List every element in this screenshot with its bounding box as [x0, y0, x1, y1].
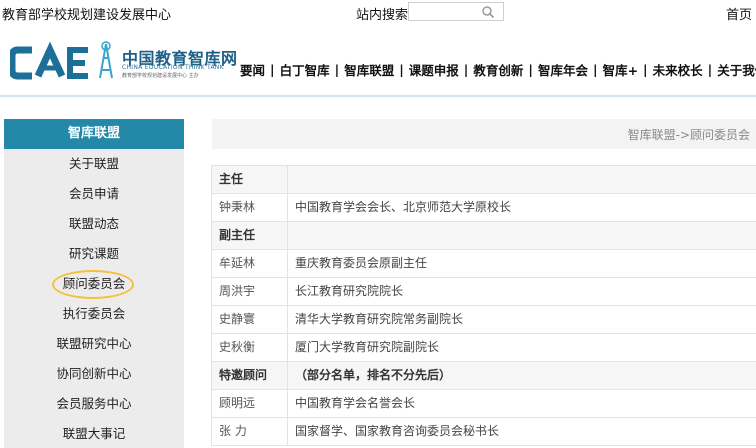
- table-row: 史秋衡 厦门大学教育研究院副院长: [211, 334, 756, 362]
- nav-separator: |: [592, 62, 598, 77]
- member-name: 张 力: [212, 418, 288, 445]
- sidebar-item-label: 联盟研究中心: [56, 336, 132, 351]
- search-label: 站内搜索: [356, 8, 409, 23]
- table-row: 张 力国家督学、国家教育咨询委员会秘书长: [211, 418, 756, 446]
- nav-item-principal[interactable]: 未来校长: [653, 60, 703, 79]
- committee-table: 主任 钟秉林 中国教育学会会长、北京师范大学原校长 副主任 牟延林 重庆教育委员会原副主任…: [211, 165, 756, 446]
- section-note: （部分名单，排名不分先后）: [295, 368, 452, 382]
- sidebar-item-news[interactable]: 联盟动态: [4, 209, 184, 239]
- sidebar-item-label: 执行委员会: [62, 306, 126, 321]
- nav-separator: |: [399, 62, 404, 77]
- sidebar-item-label: 会员申请: [68, 186, 119, 201]
- sidebar-item-advisory-committee[interactable]: 顾问委员会: [4, 269, 184, 299]
- member-name: 牟延林: [212, 250, 288, 277]
- nav-separator: |: [643, 62, 648, 77]
- nav-separator: |: [463, 62, 469, 77]
- member-name: 史静寰: [212, 306, 288, 333]
- sidebar-item-innovation-center[interactable]: 协同创新中心: [4, 359, 184, 389]
- table-row: 周洪宇 长江教育研究院院长: [211, 278, 756, 306]
- logo[interactable]: [8, 40, 118, 85]
- header-divider: [0, 95, 756, 97]
- breadcrumb[interactable]: 智库联盟->顾问委员会: [628, 126, 750, 143]
- sidebar: 智库联盟 关于联盟 会员申请 联盟动态 研究课题 顾问委员会 执行委员会 联盟研…: [4, 119, 184, 448]
- logo-subtitle-cn: 教育部学校规划建设发展中心 主办: [122, 73, 199, 79]
- nav-item-plus[interactable]: 智库+: [603, 60, 638, 79]
- sidebar-title: 智库联盟: [4, 119, 184, 149]
- sidebar-item-research-center[interactable]: 联盟研究中心: [4, 329, 184, 359]
- sidebar-item-label: 联盟动态: [68, 216, 119, 231]
- content-header: 智库联盟->顾问委员会: [212, 119, 756, 149]
- member-name: 钟秉林: [212, 194, 288, 221]
- top-bar: 教育部学校规划建设发展中心 站内搜索 首页: [0, 0, 756, 24]
- member-title: 中国教育学会会长、北京师范大学原校长: [295, 200, 512, 214]
- sidebar-item-milestones[interactable]: 联盟大事记: [4, 419, 184, 448]
- member-title: 中国教育学会名誉会长: [295, 396, 416, 410]
- member-name: 顾明远: [212, 390, 288, 417]
- nav-item-projects[interactable]: 课题申报: [409, 60, 459, 79]
- sidebar-item-about-alliance[interactable]: 关于联盟: [4, 149, 184, 179]
- section-note: [288, 222, 756, 249]
- nav-item-annual[interactable]: 智库年会: [538, 60, 588, 79]
- table-row: 牟延林 重庆教育委员会原副主任: [211, 250, 756, 278]
- member-title: 重庆教育委员会原副主任: [295, 256, 428, 270]
- nav-separator: |: [270, 62, 275, 77]
- home-link[interactable]: 首页: [726, 4, 752, 23]
- section-title: 特邀顾问: [212, 362, 288, 389]
- nav-separator: |: [528, 62, 533, 77]
- section-title: 主任: [212, 166, 288, 193]
- sidebar-item-service-center[interactable]: 会员服务中心: [4, 389, 184, 419]
- nav-item-about[interactable]: 关于我们: [717, 60, 756, 79]
- table-section-row: 主任: [211, 166, 756, 194]
- member-title: 清华大学教育研究院常务副院长: [295, 312, 464, 326]
- member-title: 国家督学、国家教育咨询委员会秘书长: [295, 424, 500, 438]
- sidebar-item-research[interactable]: 研究课题: [4, 239, 184, 269]
- member-title: 长江教育研究院院长: [295, 284, 404, 298]
- nav-item-baiding[interactable]: 白丁智库: [280, 60, 330, 79]
- sidebar-item-membership[interactable]: 会员申请: [4, 179, 184, 209]
- sidebar-item-label: 联盟大事记: [62, 426, 126, 441]
- sidebar-item-label: 顾问委员会: [62, 276, 126, 291]
- search-input[interactable]: [408, 2, 504, 21]
- section-note: [288, 166, 756, 193]
- main-nav: 要闻 | 白丁智库 | 智库联盟 | 课题申报 | 教育创新 | 智库年会 | 智库+ | 未…: [240, 60, 756, 79]
- member-name: 史秋衡: [212, 334, 288, 361]
- section-title: 副主任: [212, 222, 288, 249]
- sidebar-item-label: 研究课题: [68, 246, 119, 261]
- nav-item-innovation[interactable]: 教育创新: [473, 60, 523, 79]
- sidebar-item-executive-committee[interactable]: 执行委员会: [4, 299, 184, 329]
- table-section-row: 副主任: [211, 222, 756, 250]
- sidebar-item-label: 协同创新中心: [56, 366, 132, 381]
- search-icon[interactable]: [481, 5, 495, 19]
- member-name: 周洪宇: [212, 278, 288, 305]
- table-section-row: 特邀顾问 （部分名单，排名不分先后）: [211, 362, 756, 390]
- member-title: 厦门大学教育研究院副院长: [295, 340, 440, 354]
- nav-item-alliance[interactable]: 智库联盟: [344, 60, 394, 79]
- cae-logo-icon: [8, 41, 113, 80]
- nav-item-news[interactable]: 要闻: [240, 60, 265, 79]
- sidebar-item-label: 会员服务中心: [56, 396, 132, 411]
- nav-separator: |: [334, 62, 340, 77]
- table-row: 史静寰 清华大学教育研究院常务副院长: [211, 306, 756, 334]
- table-row: 顾明远 中国教育学会名誉会长: [211, 390, 756, 418]
- sidebar-item-label: 关于联盟: [68, 156, 119, 171]
- logo-subtitle-en: CHINA EDUCATION THINK TANK: [122, 64, 224, 71]
- site-name-link[interactable]: 教育部学校规划建设发展中心: [2, 4, 171, 23]
- nav-separator: |: [707, 62, 713, 77]
- table-row: 钟秉林 中国教育学会会长、北京师范大学原校长: [211, 194, 756, 222]
- header: 中国教育智库网 CHINA EDUCATION THINK TANK 教育部学校…: [0, 28, 756, 92]
